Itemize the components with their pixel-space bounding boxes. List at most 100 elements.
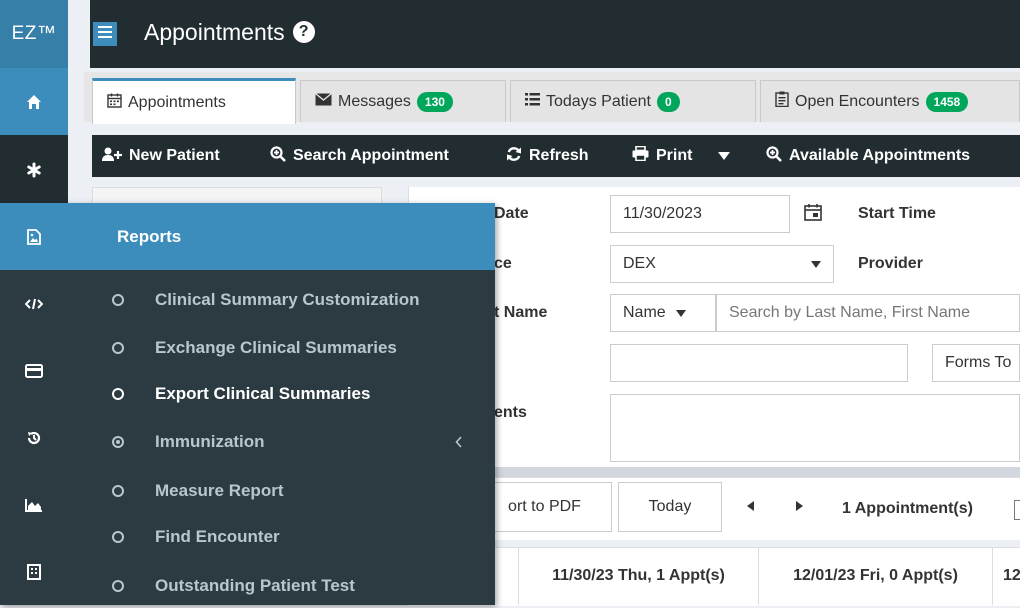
- sidebar-item-documents-overlay[interactable]: [0, 538, 68, 605]
- page-title: Appointments ?: [144, 14, 315, 50]
- circle-icon: [112, 531, 124, 543]
- menu-item-label: Find Encounter: [155, 527, 280, 546]
- date-field[interactable]: 11/30/2023: [610, 195, 790, 233]
- caret-right-icon: [795, 498, 803, 516]
- print-button[interactable]: Print: [632, 135, 692, 177]
- credit-card-icon: [25, 363, 43, 378]
- area-chart-icon: [25, 498, 43, 512]
- help-icon[interactable]: ?: [292, 21, 315, 43]
- history-icon: [26, 430, 42, 446]
- form-divider: [408, 467, 1020, 477]
- comments-label: ents: [494, 404, 527, 421]
- name-type-select[interactable]: Name: [610, 294, 716, 332]
- asterisk-icon: [26, 162, 42, 178]
- reports-menu-header[interactable]: Reports: [0, 203, 495, 270]
- tab-label: Todays Patient: [546, 92, 651, 110]
- export-pdf-button[interactable]: ort to PDF: [478, 482, 612, 532]
- tab-label: Open Encounters: [795, 92, 920, 110]
- forms-to-select[interactable]: Forms To: [932, 344, 1020, 382]
- clipboard-icon: [775, 91, 789, 112]
- name-type-value: Name: [623, 304, 666, 321]
- search-plus-icon: [270, 145, 286, 167]
- patient-name-label: t Name: [494, 304, 548, 321]
- menu-item-outstanding-patient-test[interactable]: Outstanding Patient Test: [0, 564, 495, 608]
- search-appointment-label: Search Appointment: [293, 147, 449, 164]
- tab-label: Appointments: [128, 93, 226, 111]
- date-picker-button[interactable]: [800, 200, 826, 228]
- calendar-column-header[interactable]: 12/01/23 Fri, 0 Appt(s): [758, 547, 992, 605]
- tab-label: Messages: [338, 92, 411, 110]
- new-patient-button[interactable]: New Patient: [102, 135, 220, 177]
- brand-logo[interactable]: EZ™: [0, 0, 68, 68]
- provider-label: Provider: [858, 255, 923, 272]
- today-button[interactable]: Today: [618, 482, 722, 532]
- caret-left-icon: [746, 498, 754, 516]
- user-plus-icon: [102, 147, 122, 166]
- circle-icon: [112, 294, 124, 306]
- menu-item-find-encounter[interactable]: Find Encounter: [0, 515, 495, 559]
- office-select[interactable]: DEX: [610, 245, 834, 283]
- home-icon: [26, 94, 42, 110]
- comments-textarea[interactable]: [610, 394, 1020, 462]
- date-label: Date: [494, 205, 529, 222]
- office-label: ce: [494, 255, 512, 272]
- available-appointments-button[interactable]: Available Appointments: [766, 135, 970, 177]
- menu-item-label: Export Clinical Summaries: [155, 384, 371, 403]
- sidebar-item-home[interactable]: [0, 68, 68, 135]
- forms-to-value: Forms To: [945, 354, 1012, 371]
- tab-appointments[interactable]: Appointments: [92, 78, 296, 124]
- menu-item-label: Measure Report: [155, 481, 284, 500]
- start-time-label: Start Time: [858, 205, 936, 222]
- sidebar-item-asterisk[interactable]: [0, 136, 68, 203]
- dot-circle-icon: [112, 436, 124, 448]
- search-plus-icon: [766, 145, 782, 167]
- print-options-dropdown[interactable]: [718, 135, 730, 177]
- menu-item-exchange-clinical-summaries[interactable]: Exchange Clinical Summaries: [0, 326, 495, 370]
- image-file-icon: [0, 228, 68, 245]
- menu-toggle-button[interactable]: [93, 22, 117, 46]
- reports-menu-title: Reports: [117, 226, 182, 246]
- calendar-column-header[interactable]: 11/30/23 Thu, 1 Appt(s): [518, 547, 758, 605]
- circle-icon: [112, 580, 124, 592]
- appointment-count: 1 Appointment(s): [842, 500, 973, 517]
- tab-open-encounters[interactable]: Open Encounters 1458: [760, 80, 1020, 122]
- messages-count-badge: 130: [416, 91, 453, 112]
- caret-down-icon: [718, 147, 730, 165]
- patient-search-placeholder: Search by Last Name, First Name: [729, 304, 970, 321]
- sidebar-item-code-overlay[interactable]: [0, 270, 68, 337]
- refresh-button[interactable]: Refresh: [506, 135, 589, 177]
- refresh-icon: [506, 146, 522, 167]
- refresh-label: Refresh: [529, 147, 589, 164]
- sidebar-item-charts-overlay[interactable]: [0, 471, 68, 538]
- todays-patient-count-badge: 0: [656, 91, 680, 112]
- menu-item-export-clinical-summaries[interactable]: Export Clinical Summaries: [0, 372, 495, 416]
- sidebar-item-history-overlay[interactable]: [0, 404, 68, 471]
- envelope-icon: [315, 92, 332, 111]
- next-button[interactable]: [776, 482, 822, 532]
- search-appointment-button[interactable]: Search Appointment: [270, 135, 449, 177]
- page-title-text: Appointments: [144, 19, 285, 45]
- print-icon: [632, 145, 649, 166]
- sidebar-item-billing-overlay[interactable]: [0, 337, 68, 404]
- menu-item-immunization[interactable]: Immunization: [0, 420, 495, 464]
- circle-icon: [112, 342, 124, 354]
- menu-item-measure-report[interactable]: Measure Report: [0, 469, 495, 513]
- reason-input[interactable]: [610, 344, 908, 382]
- menu-item-clinical-summary-customization[interactable]: Clinical Summary Customization: [0, 278, 495, 322]
- tab-todays-patient[interactable]: Todays Patient 0: [510, 80, 756, 122]
- calendar-view-icon[interactable]: [1014, 500, 1020, 520]
- tab-messages[interactable]: Messages 130: [300, 80, 506, 122]
- list-icon: [525, 92, 540, 111]
- chevron-down-icon: [811, 260, 821, 268]
- previous-button[interactable]: [726, 482, 774, 532]
- available-appointments-label: Available Appointments: [789, 147, 971, 164]
- circle-icon: [112, 388, 124, 400]
- calendar-icon: [107, 93, 122, 113]
- calendar-column-header[interactable]: 12: [992, 547, 1020, 605]
- patient-search-input[interactable]: Search by Last Name, First Name: [716, 294, 1020, 332]
- calendar-icon: [804, 203, 822, 226]
- building-icon: [27, 563, 41, 580]
- chevron-down-icon: [675, 309, 686, 317]
- menu-item-label: Outstanding Patient Test: [155, 576, 355, 595]
- hamburger-icon: [98, 25, 112, 43]
